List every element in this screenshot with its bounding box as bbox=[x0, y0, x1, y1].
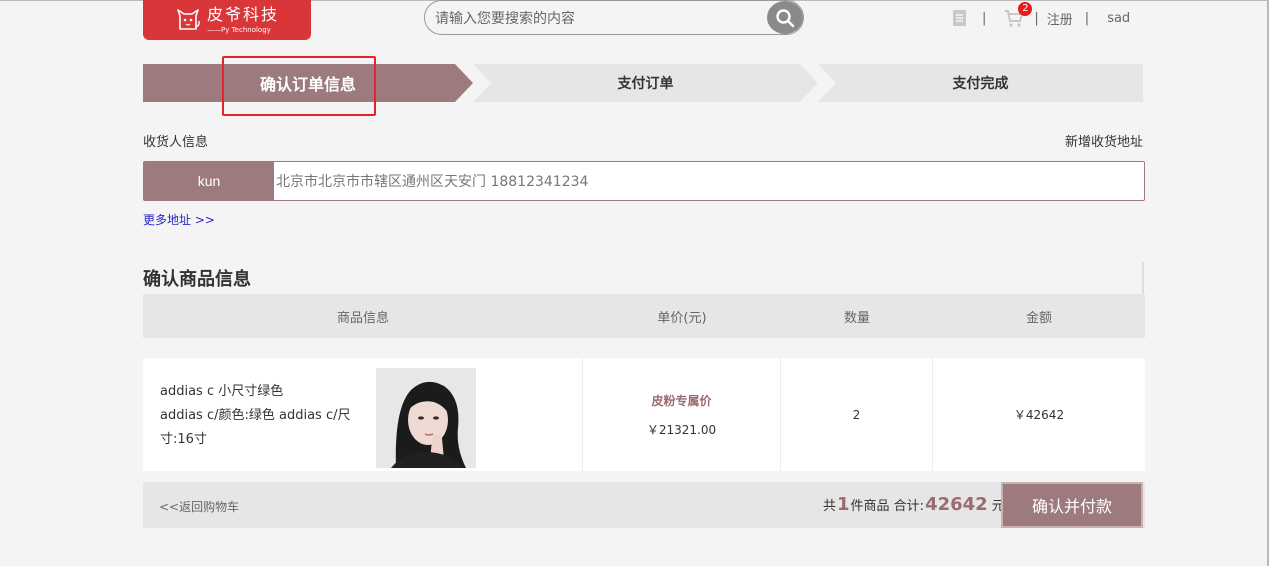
order-summary: 共 1 件商品 合计: 42642 元 bbox=[823, 494, 1005, 515]
product-info-cell: addias c 小尺寸绿色 addias c/颜色:绿色 addias c/尺… bbox=[143, 358, 583, 471]
item-count: 1 bbox=[837, 494, 850, 515]
separator: | bbox=[982, 10, 987, 26]
document-icon[interactable] bbox=[952, 9, 968, 27]
order-total: 42642 bbox=[925, 494, 988, 515]
search-input[interactable] bbox=[435, 7, 755, 29]
separator: | bbox=[1034, 10, 1039, 26]
search-button[interactable] bbox=[767, 1, 803, 34]
product-spec: addias c/颜色:绿色 addias c/尺寸:16寸 bbox=[160, 408, 351, 447]
header-unit-price: 单价(元) bbox=[657, 310, 707, 326]
header-links: | 2 | 注册 | sad bbox=[952, 2, 1130, 28]
count-suffix: 件商品 合计: bbox=[850, 499, 925, 514]
product-description: addias c 小尺寸绿色 addias c/颜色:绿色 addias c/尺… bbox=[160, 380, 370, 452]
logo-subtitle: ——Py Technology bbox=[207, 25, 271, 34]
cart-button[interactable]: 2 bbox=[1004, 2, 1033, 28]
fan-price-label: 皮粉专属价 bbox=[651, 393, 712, 408]
order-footer: <<返回购物车 共 1 件商品 合计: 42642 元 确认并付款 bbox=[143, 482, 1145, 528]
cat-logo-icon bbox=[177, 9, 200, 30]
count-prefix: 共 bbox=[823, 499, 837, 514]
unit-price-cell: 皮粉专属价 ￥21321.00 bbox=[583, 358, 781, 471]
amount-cell: ￥42642 bbox=[1013, 408, 1065, 422]
confirm-pay-button[interactable]: 确认并付款 bbox=[1001, 482, 1143, 528]
table-row: addias c 小尺寸绿色 addias c/颜色:绿色 addias c/尺… bbox=[143, 358, 1145, 471]
more-address-link[interactable]: 更多地址 >> bbox=[143, 211, 215, 228]
address-option[interactable]: kun 北京市北京市市辖区通州区天安门 18812341234 bbox=[143, 161, 1145, 201]
header-quantity: 数量 bbox=[843, 310, 870, 326]
goods-section-title: 确认商品信息 bbox=[143, 269, 251, 290]
quantity-cell: 2 bbox=[781, 358, 933, 471]
unit-price: ￥21321.00 bbox=[646, 422, 717, 437]
add-address-link[interactable]: 新增收货地址 bbox=[1065, 131, 1143, 150]
search-bar bbox=[424, 0, 804, 35]
back-to-cart-link[interactable]: <<返回购物车 bbox=[159, 498, 239, 515]
header-product-info: 商品信息 bbox=[336, 310, 389, 326]
product-name: addias c 小尺寸绿色 bbox=[160, 384, 284, 399]
header-amount: 金额 bbox=[1025, 310, 1052, 326]
product-image[interactable] bbox=[376, 368, 476, 468]
register-link[interactable]: 注册 bbox=[1047, 9, 1073, 28]
search-icon bbox=[776, 8, 795, 27]
receiver-name: kun bbox=[144, 162, 274, 200]
highlight-box bbox=[222, 56, 376, 116]
separator: | bbox=[1084, 10, 1090, 26]
username-link[interactable]: sad bbox=[1107, 11, 1130, 26]
step-pay-order: 支付订单 bbox=[473, 64, 818, 102]
goods-table-header: 商品信息 单价(元) 数量 金额 bbox=[143, 294, 1145, 338]
logo-name: 皮爷科技 bbox=[207, 4, 280, 24]
step-pay-complete: 支付完成 bbox=[818, 64, 1143, 102]
receiver-address: 北京市北京市市辖区通州区天安门 18812341234 bbox=[276, 174, 589, 190]
receiver-info-title: 收货人信息 bbox=[143, 135, 209, 150]
goods-title-bar bbox=[143, 262, 1144, 294]
logo[interactable]: 皮爷科技 ——Py Technology bbox=[143, 0, 311, 40]
cart-count-badge: 2 bbox=[1018, 2, 1033, 16]
